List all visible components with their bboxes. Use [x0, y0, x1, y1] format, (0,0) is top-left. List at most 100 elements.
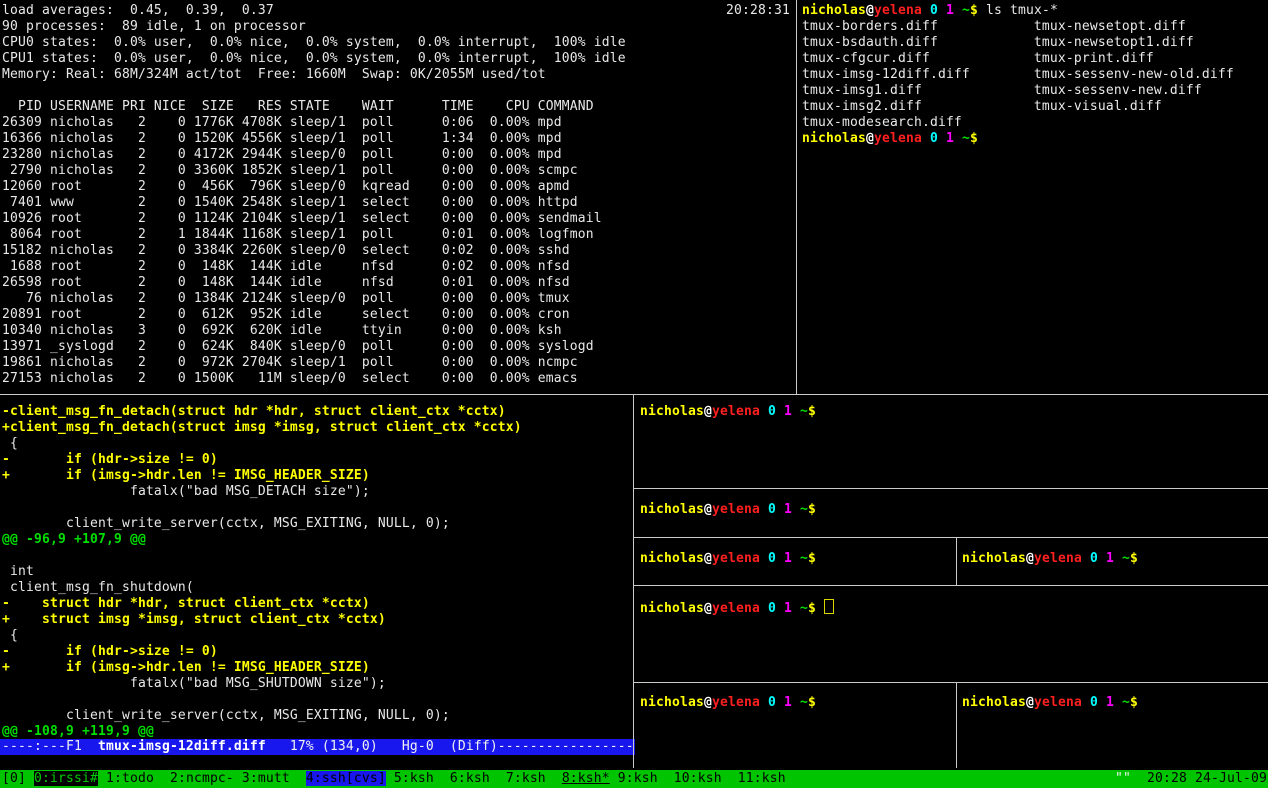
window-item-8-last[interactable]: 8:ksh* — [562, 771, 610, 786]
terminal-line: 2790 nicholas 2 0 3360K 1852K sleep/1 po… — [2, 163, 626, 179]
window-items-1-3[interactable]: 1:todo 2:ncmpc- 3:mutt — [98, 771, 306, 786]
terminal-line: -client_msg_fn_detach(struct hdr *hdr, s… — [2, 404, 522, 420]
prompt-dollar: $ — [970, 3, 978, 18]
prompt-user: nicholas — [640, 601, 704, 616]
prompt-cwd: ~ — [800, 601, 808, 616]
terminal-line: - if (hdr->size != 0) — [2, 644, 522, 660]
pane-border-right-h3 — [634, 585, 1268, 586]
pane-border-cd-vertical — [956, 538, 957, 585]
prompt-at: @ — [704, 695, 712, 710]
pane-border-right-h2 — [634, 537, 1268, 538]
terminal-line — [2, 83, 626, 99]
terminal-line: fatalx("bad MSG_SHUTDOWN size"); — [2, 676, 522, 692]
prompt-host: yelena — [1034, 695, 1082, 710]
prompt-user: nicholas — [962, 695, 1026, 710]
shell-pane-d-prompt[interactable]: nicholas@yelena 0 1 ~$ — [962, 551, 1138, 567]
prompt-dollar: $ — [808, 404, 816, 419]
modeline-prefix: ----:---F1 — [2, 739, 98, 754]
prompt-dollar: $ — [808, 551, 816, 566]
terminal-line: tmux-borders.diff tmux-newsetopt.diff — [802, 19, 1234, 35]
prompt-dollar: $ — [808, 601, 816, 616]
top-process-pane[interactable]: load averages: 0.45, 0.39, 0.3790 proces… — [2, 3, 626, 387]
shell-pane-c-prompt[interactable]: nicholas@yelena 0 1 ~$ — [640, 551, 816, 567]
terminal-line: + if (imsg->hdr.len != IMSG_HEADER_SIZE) — [2, 660, 522, 676]
shell-pane-f-prompt[interactable]: nicholas@yelena 0 1 ~$ — [640, 695, 816, 711]
terminal-line: 16366 nicholas 2 0 1520K 4556K sleep/1 p… — [2, 131, 626, 147]
pane-border-main-horizontal — [0, 394, 1268, 395]
terminal-line — [2, 548, 522, 564]
prompt-user: nicholas — [640, 695, 704, 710]
terminal-line: { — [2, 628, 522, 644]
window-items-5-7[interactable]: 5:ksh 6:ksh 7:ksh — [386, 771, 562, 786]
typed-command: ls tmux-* — [978, 3, 1058, 18]
prompt-history-count: 0 — [768, 502, 776, 517]
terminal-cursor — [824, 599, 834, 614]
terminal-line: tmux-modesearch.diff — [802, 115, 1234, 131]
prompt-host: yelena — [712, 695, 760, 710]
terminal-line: Memory: Real: 68M/324M act/tot Free: 166… — [2, 67, 626, 83]
terminal-line: @@ -108,9 +119,9 @@ — [2, 724, 522, 740]
terminal-line: + struct imsg *imsg, struct client_ctx *… — [2, 612, 522, 628]
terminal-line: 26309 nicholas 2 0 1776K 4708K sleep/1 p… — [2, 115, 626, 131]
prompt-cwd: ~ — [800, 695, 808, 710]
terminal-line: load averages: 0.45, 0.39, 0.37 — [2, 3, 626, 19]
session-name: [0] — [2, 771, 34, 786]
prompt-history-count: 0 — [768, 601, 776, 616]
terminal-line: 13971 _syslogd 2 0 624K 840K sleep/0 pol… — [2, 339, 626, 355]
terminal-line: 27153 nicholas 2 0 1500K 11M sleep/0 sel… — [2, 371, 626, 387]
prompt-cwd: ~ — [1122, 551, 1130, 566]
terminal-line: 7401 www 2 0 1540K 2548K sleep/1 select … — [2, 195, 626, 211]
prompt-dollar: $ — [1130, 551, 1138, 566]
shell-pane-e-prompt-active[interactable]: nicholas@yelena 0 1 ~$ — [640, 599, 834, 617]
terminal-line: 76 nicholas 2 0 1384K 2124K sleep/0 poll… — [2, 291, 626, 307]
prompt-at: @ — [866, 131, 874, 146]
window-item-0-irssi[interactable]: 0:irssi# — [34, 771, 98, 786]
prompt-dollar: $ — [1130, 695, 1138, 710]
terminal-line: CPU1 states: 0.0% user, 0.0% nice, 0.0% … — [2, 51, 626, 67]
prompt-at: @ — [1026, 551, 1034, 566]
shell-prompt-ls-command[interactable]: nicholas@yelena 0 1 ~$ ls tmux-* — [802, 3, 1058, 19]
window-item-4-current[interactable]: 4:ssh[cvs] — [306, 771, 386, 786]
prompt-jobs-count: 1 — [784, 502, 792, 517]
prompt-jobs-count: 1 — [1106, 695, 1114, 710]
prompt-history-count: 0 — [768, 404, 776, 419]
shell-pane-a-prompt[interactable]: nicholas@yelena 0 1 ~$ — [640, 404, 816, 420]
terminal-line: 23280 nicholas 2 0 4172K 2944K sleep/0 p… — [2, 147, 626, 163]
terminal-line: PID USERNAME PRI NICE SIZE RES STATE WAI… — [2, 99, 626, 115]
prompt-host: yelena — [874, 131, 922, 146]
shell-pane-g-prompt[interactable]: nicholas@yelena 0 1 ~$ — [962, 695, 1138, 711]
emacs-buffer[interactable]: -client_msg_fn_detach(struct hdr *hdr, s… — [2, 404, 522, 740]
prompt-jobs-count: 1 — [946, 3, 954, 18]
prompt-host: yelena — [712, 502, 760, 517]
prompt-host: yelena — [712, 551, 760, 566]
prompt-history-count: 0 — [930, 3, 938, 18]
pane-border-right-h1 — [634, 488, 1268, 489]
terminal-line: CPU0 states: 0.0% user, 0.0% nice, 0.0% … — [2, 35, 626, 51]
pane-border-bottom-vertical — [633, 395, 634, 768]
modeline-info: 17% (134,0) Hg-0 (Diff)-----------------… — [266, 739, 635, 754]
terminal-line: fatalx("bad MSG_DETACH size"); — [2, 484, 522, 500]
prompt-at: @ — [704, 502, 712, 517]
prompt-history-count: 0 — [768, 551, 776, 566]
terminal-line: 15182 nicholas 2 0 3384K 2260K sleep/0 s… — [2, 243, 626, 259]
modeline-filename: tmux-imsg-12diff.diff — [98, 739, 266, 754]
shell-prompt-after-ls[interactable]: nicholas@yelena 0 1 ~$ — [802, 131, 978, 147]
terminal-line: tmux-imsg-12diff.diff tmux-sessenv-new-o… — [802, 67, 1234, 83]
prompt-cwd: ~ — [1122, 695, 1130, 710]
status-hostname-quotes: "" — [1115, 771, 1131, 786]
emacs-modeline: ----:---F1 tmux-imsg-12diff.diff 17% (13… — [0, 739, 635, 755]
pane-border-fg-vertical — [956, 683, 957, 768]
terminal-line: tmux-imsg2.diff tmux-visual.diff — [802, 99, 1234, 115]
terminal-line — [2, 500, 522, 516]
terminal-line: - if (hdr->size != 0) — [2, 452, 522, 468]
prompt-dollar: $ — [970, 131, 978, 146]
terminal-line: tmux-cfgcur.diff tmux-print.diff — [802, 51, 1234, 67]
terminal-line: 90 processes: 89 idle, 1 on processor — [2, 19, 626, 35]
prompt-at: @ — [1026, 695, 1034, 710]
tmux-session-screen: load averages: 0.45, 0.39, 0.3790 proces… — [0, 0, 1268, 788]
window-items-9-11[interactable]: 9:ksh 10:ksh 11:ksh — [610, 771, 786, 786]
terminal-line: 1688 root 2 0 148K 144K idle nfsd 0:02 0… — [2, 259, 626, 275]
shell-pane-b-prompt[interactable]: nicholas@yelena 0 1 ~$ — [640, 502, 816, 518]
prompt-host: yelena — [1034, 551, 1082, 566]
prompt-at: @ — [866, 3, 874, 18]
